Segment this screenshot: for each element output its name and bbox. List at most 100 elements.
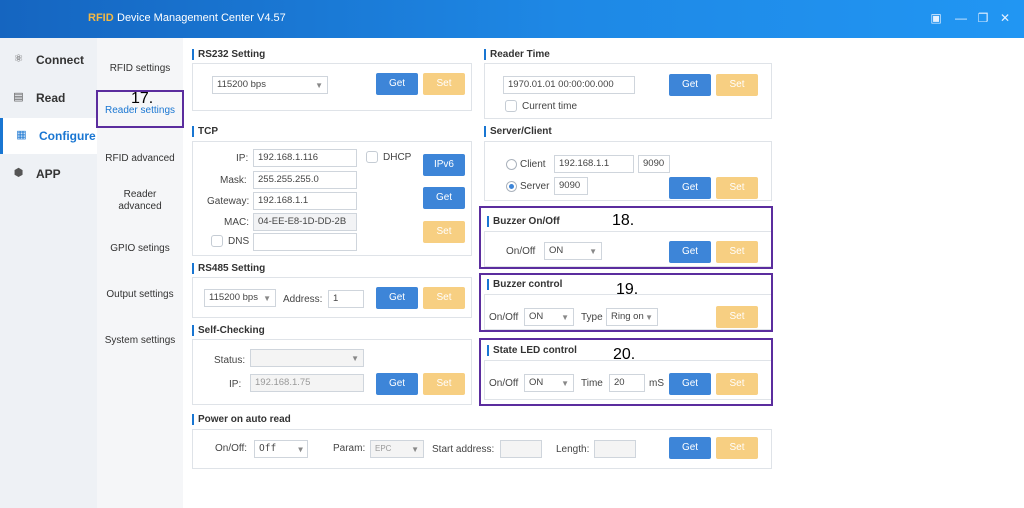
app-icon: ⬢: [13, 167, 24, 179]
tcp-get-button[interactable]: Get: [423, 187, 465, 209]
rs232-baud-select[interactable]: 115200 bps ▼: [212, 76, 328, 94]
nav-label: Configure: [39, 129, 96, 143]
power-on-param-select: EPC ▼: [370, 440, 424, 458]
tcp-ip-label: IP:: [236, 153, 249, 164]
client-radio[interactable]: [506, 159, 517, 170]
start-address-input: [500, 440, 542, 458]
power-on-onoff-select[interactable]: Off ▼: [254, 440, 308, 458]
self-check-title: Self-Checking: [192, 325, 265, 336]
subnav-rfid-advanced[interactable]: RFID advanced: [97, 153, 183, 165]
self-check-set-button[interactable]: Set: [423, 373, 465, 395]
self-check-ip-label: IP:: [229, 379, 242, 390]
tcp-ip-input[interactable]: 192.168.1.116: [253, 149, 357, 167]
server-radio[interactable]: [506, 181, 517, 192]
ipv6-button[interactable]: IPv6: [423, 154, 465, 176]
select-value: 115200 bps: [209, 292, 258, 303]
power-on-onoff-label: On/Off:: [215, 443, 248, 454]
select-value: Off: [259, 443, 277, 454]
tcp-set-button[interactable]: Set: [423, 221, 465, 243]
brand-label: RFID: [88, 12, 114, 24]
nav-label: APP: [36, 167, 61, 181]
main-nav: ⚛ Connect ▤ Read ▦ Configure ⬢ APP: [0, 38, 97, 508]
self-check-status-label: Status:: [214, 355, 246, 366]
nav-item-app[interactable]: ⬢ APP: [0, 156, 97, 192]
length-input: [594, 440, 636, 458]
start-address-label: Start address:: [432, 444, 495, 455]
power-on-set-button[interactable]: Set: [716, 437, 758, 459]
subnav-output-settings[interactable]: Output settings: [97, 289, 183, 301]
client-port-input[interactable]: 9090: [638, 155, 670, 173]
rs232-set-button[interactable]: Set: [423, 73, 465, 95]
tcp-mac-label: MAC:: [224, 217, 249, 228]
close-icon[interactable]: ✕: [997, 10, 1013, 26]
nav-item-read[interactable]: ▤ Read: [0, 80, 97, 116]
annotation-label-18: 18.: [612, 212, 635, 229]
translate-icon[interactable]: ▣: [928, 10, 944, 26]
length-label: Length:: [556, 444, 590, 455]
configure-icon: ▦: [16, 129, 27, 141]
tcp-gateway-input[interactable]: 192.168.1.1: [253, 192, 357, 210]
chevron-down-icon: ▼: [351, 354, 359, 363]
server-client-set-button[interactable]: Set: [716, 177, 758, 199]
self-check-get-button[interactable]: Get: [376, 373, 418, 395]
rs485-title: RS485 Setting: [192, 263, 265, 274]
tcp-mask-input[interactable]: 255.255.255.0: [253, 171, 357, 189]
rs232-title: RS232 Setting: [192, 49, 265, 60]
subnav-system-settings[interactable]: System settings: [97, 335, 183, 347]
subnav-reader-advanced[interactable]: Reader advanced: [117, 189, 163, 213]
rs232-get-button[interactable]: Get: [376, 73, 418, 95]
nav-label: Read: [36, 91, 66, 105]
select-value: EPC: [375, 444, 392, 453]
rs485-address-input[interactable]: 1: [328, 290, 364, 308]
select-value: 115200 bps: [217, 79, 266, 90]
current-time-checkbox[interactable]: [505, 100, 517, 112]
reader-time-get-button[interactable]: Get: [669, 74, 711, 96]
dhcp-label: DHCP: [383, 152, 412, 163]
chevron-down-icon: ▼: [315, 81, 323, 90]
nav-item-configure[interactable]: ▦ Configure: [0, 118, 97, 154]
rs485-get-button[interactable]: Get: [376, 287, 418, 309]
subnav-rfid-settings[interactable]: RFID settings: [97, 63, 183, 75]
client-label: Client: [520, 159, 546, 170]
minimize-icon[interactable]: —: [953, 10, 969, 26]
rs485-address-label: Address:: [283, 294, 323, 305]
dhcp-checkbox[interactable]: [366, 151, 378, 163]
tcp-gateway-label: Gateway:: [207, 196, 250, 207]
nav-item-connect[interactable]: ⚛ Connect: [0, 42, 97, 78]
tcp-mac-field: 04-EE-E8-1D-DD-2B: [253, 213, 357, 231]
reader-time-set-button[interactable]: Set: [716, 74, 758, 96]
nav-label: Connect: [36, 53, 84, 67]
server-client-get-button[interactable]: Get: [669, 177, 711, 199]
rs485-baud-select[interactable]: 115200 bps ▼: [204, 289, 276, 307]
subnav-gpio-settings[interactable]: GPIO setings: [97, 243, 183, 255]
power-on-get-button[interactable]: Get: [669, 437, 711, 459]
tcp-mask-label: Mask:: [220, 175, 247, 186]
window-title: Device Management Center V4.57: [117, 12, 286, 24]
power-on-title: Power on auto read: [192, 414, 291, 425]
annotation-label-20: 20.: [613, 346, 636, 363]
chevron-down-icon: ▼: [298, 445, 303, 454]
chevron-down-icon: ▼: [411, 445, 419, 454]
title-bar: RFID Device Management Center V4.57 ▣ — …: [0, 0, 1024, 38]
tcp-title: TCP: [192, 126, 218, 137]
reader-time-input[interactable]: 1970.01.01 00:00:00.000: [503, 76, 635, 94]
chevron-down-icon: ▼: [263, 294, 271, 303]
maximize-icon[interactable]: ❐: [975, 10, 991, 26]
server-client-title: Server/Client: [484, 126, 552, 137]
network-icon: ⚛: [13, 53, 24, 65]
current-time-label: Current time: [522, 101, 578, 112]
self-check-status-select: ▼: [250, 349, 364, 367]
annotation-label-19: 19.: [616, 281, 639, 298]
client-ip-input[interactable]: 192.168.1.1: [554, 155, 634, 173]
power-on-param-label: Param:: [333, 443, 366, 454]
rs485-set-button[interactable]: Set: [423, 287, 465, 309]
server-label: Server: [520, 181, 550, 192]
annotation-label-17: 17.: [131, 90, 154, 107]
self-check-ip-input: 192.168.1.75: [250, 374, 364, 392]
dns-input[interactable]: [253, 233, 357, 251]
reader-time-title: Reader Time: [484, 49, 550, 60]
dns-checkbox[interactable]: [211, 235, 223, 247]
read-icon: ▤: [13, 91, 24, 103]
dns-label: DNS: [228, 236, 250, 247]
server-port-input[interactable]: 9090: [554, 177, 588, 195]
